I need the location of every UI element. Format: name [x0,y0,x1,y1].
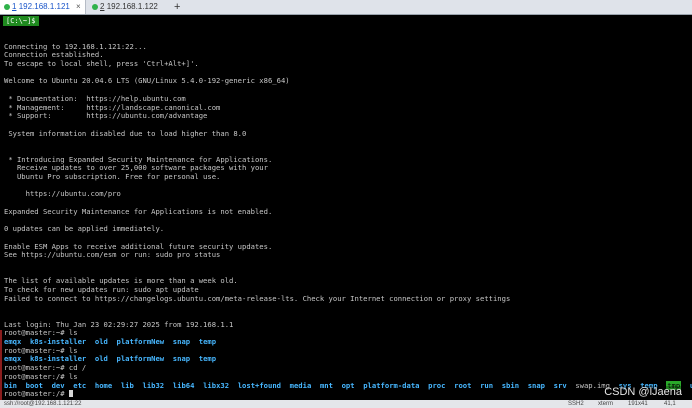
symlink-entry: lib64 [172,380,195,390]
dir-entry: platformNew [116,354,165,364]
status-cursor-pos: 41,1 [664,401,676,407]
dir-entry: old [94,337,108,347]
dir-entry: media [289,380,312,390]
dir-entry: temp [198,354,217,364]
scroll-marker [0,330,2,400]
connected-status-icon [4,4,10,10]
ls-output: bin boot dev etc home lib lib32 lib64 li… [4,380,692,391]
dir-entry: snap [527,380,546,390]
connected-status-icon [92,4,98,10]
dir-entry: opt [341,380,355,390]
dir-entry: root [454,380,472,390]
dir-entry: etc [73,380,87,390]
symlink-entry: libx32 [203,380,230,390]
dir-entry: lost+found [237,380,281,390]
terminal-line: Failed to connect to https://changelogs.… [4,293,511,303]
terminal-line: System information disabled due to load … [4,128,247,138]
dir-entry: k8s-installer [29,337,87,347]
tab-number: 1 [12,2,17,11]
shell-command: ls [68,371,78,381]
terminal-line: Connecting to 192.168.1.121:22... [4,41,147,51]
shell-prompt: root@master:~# [4,345,69,355]
dir-entry: platformNew [116,337,165,347]
ls-output: emqx k8s-installer old platformNew snap … [4,355,692,364]
command-line: root@master:/# [4,389,692,399]
tab-label: 192.168.1.122 [106,2,158,11]
dir-entry: platform-data [363,380,420,390]
tab-number: 2 [100,2,105,11]
dir-entry: snap [172,337,191,347]
new-tab-button[interactable]: + [174,0,180,14]
dir-entry: snap [172,354,191,364]
session-tab-bar: 1 192.168.1.121 × 2 192.168.1.122 + [0,0,692,15]
dir-entry: srv [553,380,567,390]
terminal-line: Ubuntu Pro subscription. Free for person… [4,172,221,181]
dir-entry: k8s-installer [29,354,87,364]
close-icon[interactable]: × [76,0,81,14]
dir-entry: emqx [4,337,22,347]
dir-entry: proc [428,380,446,390]
terminal-line: * Support: https://ubuntu.com/advantage [4,111,208,121]
shell-command: ls [68,328,78,338]
symlink-entry: lib32 [142,380,165,390]
watermark: CSDN @lJaena [602,386,684,398]
status-size: 191x41 [628,401,648,407]
shell-command: cd / [68,363,87,373]
dir-entry: old [94,354,108,364]
shell-prompt: root@master:/# [4,371,69,381]
terminal-line: Last login: Thu Jan 23 02:29:27 2025 fro… [4,319,234,329]
dir-entry: run [480,380,494,390]
dir-entry: home [94,380,113,390]
dir-entry: emqx [4,354,22,364]
terminal-output[interactable]: Connecting to 192.168.1.121:22... Connect… [4,34,692,399]
status-bar: ssh://root@192.168.1.121:22 SSH2 xterm 1… [0,400,692,408]
tab-session-1[interactable]: 1 192.168.1.121 × [0,0,86,14]
dir-entry: boot [25,380,43,390]
ls-output: emqx k8s-installer old platformNew snap … [4,337,692,347]
status-term: xterm [598,401,613,407]
symlink-entry: lib [120,380,134,390]
local-shell-prompt: [C:\~]$ [3,16,39,26]
shell-prompt: root@master:~# [4,328,69,338]
text-cursor [68,390,73,398]
symlink-entry: sbin [501,380,520,390]
dir-entry: temp [198,337,217,347]
tab-session-2[interactable]: 2 192.168.1.122 [88,0,170,14]
status-protocol: SSH2 [568,401,584,407]
status-path: ssh://root@192.168.1.121:22 [4,401,82,407]
dir-entry: dev [51,380,65,390]
command-line: root@master:~# cd / [4,363,692,373]
terminal-line: To escape to local shell, press 'Ctrl+Al… [4,59,199,69]
shell-prompt: root@master:/# [4,389,69,399]
terminal-line: Welcome to Ubuntu 20.04.6 LTS (GNU/Linux… [4,76,290,86]
dir-entry: mnt [319,380,333,390]
terminal-line: Expanded Security Maintenance for Applic… [4,206,273,216]
terminal-line: 0 updates can be applied immediately. [4,224,165,234]
shell-prompt: root@master:~# [4,363,69,373]
terminal-line: See https://ubuntu.com/esm or run: sudo … [4,250,221,260]
terminal-line: https://ubuntu.com/pro [4,189,121,199]
symlink-entry: bin [4,380,17,390]
shell-command: ls [68,345,78,355]
tab-label: 192.168.1.121 [18,2,70,11]
